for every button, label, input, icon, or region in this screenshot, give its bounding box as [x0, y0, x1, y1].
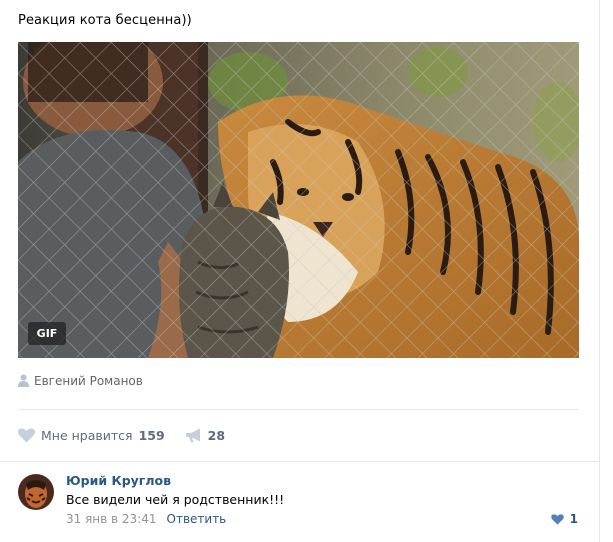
avatar[interactable]: [18, 474, 54, 510]
comment-date[interactable]: 31 янв в 23:41: [66, 512, 157, 526]
gif-player[interactable]: GIF: [18, 42, 579, 358]
comment-like-button[interactable]: 1: [550, 512, 578, 526]
megaphone-icon: [185, 428, 200, 442]
comment-like-count: 1: [569, 512, 578, 526]
user-icon: [18, 374, 29, 387]
heart-icon: [550, 513, 564, 525]
post-actions: Мне нравится 159 28: [18, 426, 245, 444]
like-count: 159: [138, 427, 165, 443]
share-button[interactable]: 28: [185, 428, 225, 443]
comment-author[interactable]: Юрий Круглов: [66, 473, 171, 488]
divider: [0, 461, 600, 462]
avatar-image: [18, 474, 54, 510]
comment-text: Все видели чей я родственник!!!: [66, 492, 285, 507]
author-name[interactable]: Евгений Романов: [34, 374, 143, 388]
post-text: Реакция кота бесценна)): [18, 13, 192, 28]
comment-item: Юрий Круглов Все видели чей я родственни…: [18, 472, 588, 532]
post-author[interactable]: Евгений Романов: [18, 372, 143, 389]
post-card: Реакция кота бесценна)) GIF Евгений Рома…: [0, 0, 600, 542]
comment-meta: 31 янв в 23:41 Ответить: [66, 512, 226, 526]
share-count: 28: [207, 427, 226, 443]
divider: [18, 409, 579, 410]
heart-icon: [18, 428, 35, 442]
gif-badge: GIF: [28, 322, 66, 345]
like-label: Мне нравится: [41, 427, 133, 443]
reply-button[interactable]: Ответить: [167, 512, 227, 526]
gif-preview-image: [18, 42, 579, 358]
like-button[interactable]: Мне нравится 159: [18, 428, 165, 443]
